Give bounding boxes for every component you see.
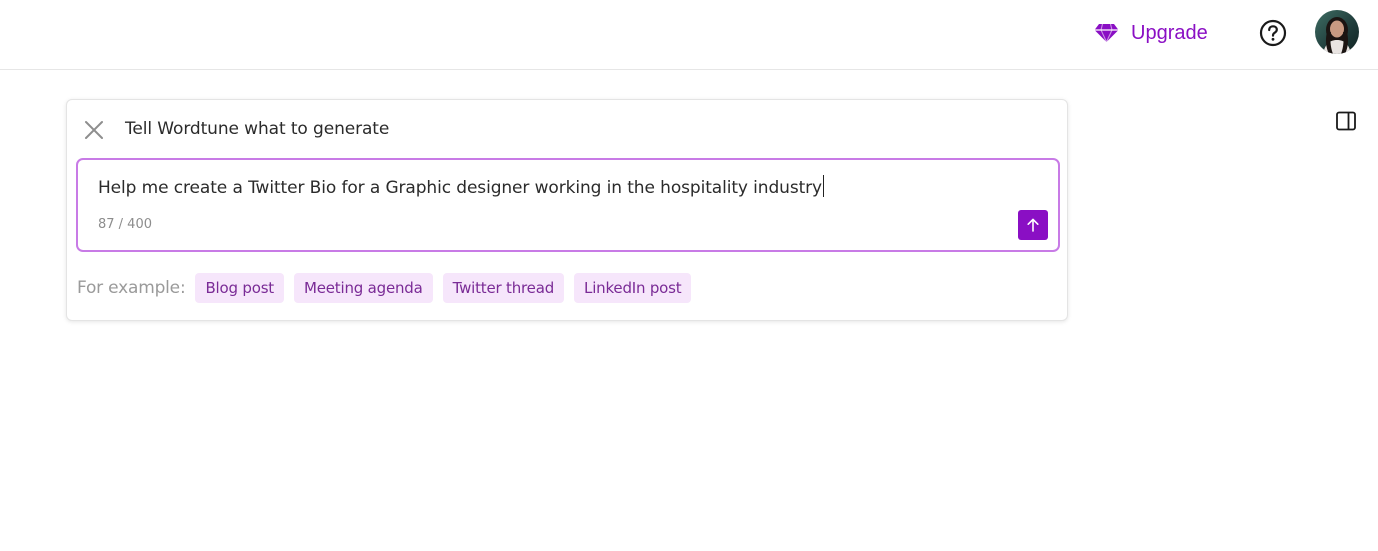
sidebar-panel-icon xyxy=(1336,111,1356,131)
card-title: Tell Wordtune what to generate xyxy=(125,119,390,139)
char-counter: 87 / 400 xyxy=(98,217,152,232)
text-caret xyxy=(823,175,824,197)
diamond-icon xyxy=(1094,23,1119,43)
close-icon xyxy=(85,121,103,139)
example-chip-meeting-agenda[interactable]: Meeting agenda xyxy=(294,273,433,303)
arrow-up-icon xyxy=(1027,218,1039,232)
example-chip-blog-post[interactable]: Blog post xyxy=(195,273,284,303)
prompt-text[interactable]: Help me create a Twitter Bio for a Graph… xyxy=(98,175,824,198)
avatar[interactable] xyxy=(1315,10,1359,54)
upgrade-label: Upgrade xyxy=(1131,21,1208,44)
submit-button[interactable] xyxy=(1018,210,1048,240)
top-bar: Upgrade xyxy=(0,0,1378,70)
examples-label: For example: xyxy=(77,278,186,298)
prompt-input[interactable]: Help me create a Twitter Bio for a Graph… xyxy=(76,158,1060,252)
upgrade-button[interactable]: Upgrade xyxy=(1094,17,1208,49)
help-button[interactable] xyxy=(1258,18,1288,48)
example-chip-linkedin-post[interactable]: LinkedIn post xyxy=(574,273,692,303)
examples-row: For example: Blog post Meeting agenda Tw… xyxy=(77,273,692,303)
question-circle-icon xyxy=(1259,19,1287,47)
generate-card: Tell Wordtune what to generate Help me c… xyxy=(66,99,1068,321)
prompt-value[interactable]: Help me create a Twitter Bio for a Graph… xyxy=(98,178,822,198)
sidebar-panel-button[interactable] xyxy=(1335,110,1357,132)
close-button[interactable] xyxy=(83,119,105,141)
example-chip-twitter-thread[interactable]: Twitter thread xyxy=(442,273,565,303)
